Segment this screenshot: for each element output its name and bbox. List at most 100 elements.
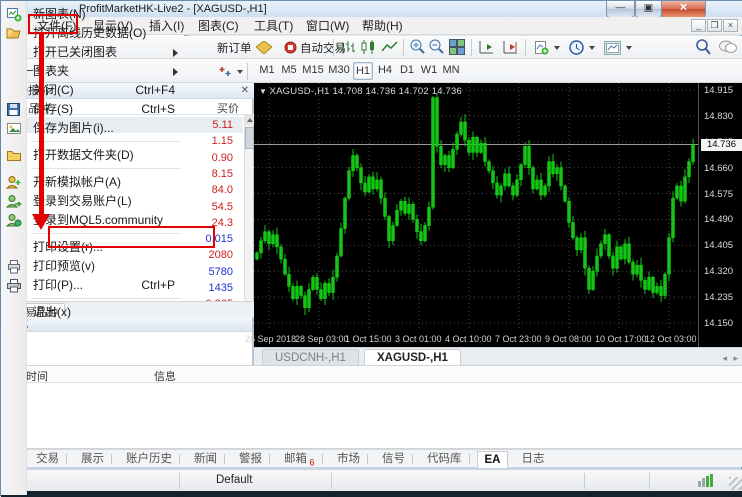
autoscroll-icon[interactable] [478, 40, 495, 55]
chart-dropdown-icon[interactable]: ▼ [259, 87, 270, 96]
menu-item-label: 打印(P)... [33, 276, 83, 295]
terminal-tab-6[interactable]: 市场 [330, 451, 367, 468]
search-icon[interactable] [696, 39, 711, 55]
connection-status-icon [698, 474, 714, 487]
time-tick-label: 3 Oct 01:00 [395, 334, 442, 344]
terminal-tab-1[interactable]: 展示 [74, 451, 111, 468]
terminal-tab-8[interactable]: 代码库 [420, 451, 469, 468]
file-menu-item-11[interactable]: 登录到交易账户(L) [1, 192, 185, 211]
menu-item-4[interactable]: 工具(T) [246, 17, 301, 35]
templates-caret-icon [626, 46, 632, 50]
bid-price: 2080 [209, 247, 233, 263]
indicators-dropdown[interactable] [531, 38, 563, 57]
timeframe-m5-button[interactable]: M5 [279, 62, 299, 80]
terminal-tab-3[interactable]: 新闻 [187, 451, 224, 468]
chart-canvas[interactable]: ▼ XAGUSD-,H1 14.708 14.736 14.702 14.736… [254, 83, 742, 347]
bar-chart-mode-icon[interactable] [340, 40, 355, 54]
file-menu-item-10[interactable]: 开新模拟帐户(A) [1, 173, 185, 192]
restore-button[interactable]: ▣ [635, 1, 662, 18]
annotation-box-login-item [48, 226, 215, 248]
mail-count-badge: 6 [307, 457, 315, 467]
file-menu-item-8[interactable]: 打开数据文件夹(D) [1, 146, 185, 165]
price-axis[interactable]: 14.91514.83014.74514.66014.57514.49014.4… [698, 83, 742, 347]
menu-item-label: 登录到交易账户(L) [33, 192, 132, 211]
market-watch-close-icon[interactable]: ✕ [241, 86, 249, 96]
terminal-tab-2[interactable]: 账户历史 [119, 451, 179, 468]
menu-item-shortcut: Ctrl+S [141, 100, 175, 119]
time-tick-label: 28 Sep 03:00 [295, 334, 349, 344]
tab-scroll-right-icon[interactable]: ▸ [733, 353, 738, 364]
price-tick-label: 14.150 [704, 318, 742, 329]
file-menu-item-18[interactable]: 退出(x) [1, 303, 185, 322]
timeframe-d1-button[interactable]: D1 [397, 62, 417, 80]
chat-icon[interactable] [719, 40, 737, 54]
tab-scroll-left-icon[interactable]: ◂ [722, 353, 727, 364]
menu-item-label: 打开数据文件夹(D) [33, 146, 134, 165]
menu-item-5[interactable]: 窗口(W) [298, 17, 357, 35]
file-menu-item-3[interactable]: 图表夹 [1, 62, 185, 81]
timeframe-h1-button[interactable]: H1 [353, 62, 373, 80]
terminal-tab-4[interactable]: 警报 [232, 451, 269, 468]
current-price-tag: 14.736 [701, 139, 742, 151]
submenu-arrow-icon [173, 49, 178, 57]
mdi-minimize-button[interactable]: _ [691, 19, 706, 32]
terminal-tab-ea[interactable]: EA [477, 451, 509, 468]
terminal-tab-bar: 交易展示账户历史新闻警报邮箱 6 市场信号代码库 EA 日志 [17, 449, 742, 467]
file-menu-item-5[interactable]: 保存(S)Ctrl+S [1, 100, 185, 119]
zoom-in-icon[interactable] [410, 39, 426, 55]
timeframe-m15-button[interactable]: M15 [301, 62, 325, 80]
menu-item-6[interactable]: 帮助(H) [354, 17, 411, 35]
menu-separator [31, 298, 181, 299]
timeframes-dropdown[interactable] [566, 38, 598, 57]
scroll-thumb[interactable] [245, 127, 254, 149]
price-tick-label: 14.575 [704, 189, 742, 200]
bid-price: 5.11 [212, 117, 233, 133]
timeframe-m1-button[interactable]: M1 [257, 62, 277, 80]
bid-price: 5780 [209, 264, 233, 280]
indicators-caret-icon [554, 46, 560, 50]
bid-price: 84.0 [212, 182, 233, 198]
scroll-up-button[interactable] [245, 115, 254, 125]
menu-item-label: 退出(x) [33, 303, 71, 322]
file-menu-item-6[interactable]: 保存为图片(i)... [1, 119, 185, 138]
tile-windows-icon[interactable] [449, 39, 465, 55]
timeframe-w1-button[interactable]: W1 [419, 62, 439, 80]
profile-indicator[interactable]: Default [216, 474, 252, 486]
auto-trading-icon [284, 41, 297, 54]
file-menu-item-4[interactable]: 关闭(C)Ctrl+F4 [1, 81, 185, 100]
printer-icon [6, 278, 22, 293]
timeframe-m30-button[interactable]: M30 [327, 62, 351, 80]
menu-item-3[interactable]: 图表(C) [190, 17, 247, 35]
menu-item-shortcut: Ctrl+P [141, 276, 175, 295]
file-menu-item-15[interactable]: 打印预览(v) [1, 257, 185, 276]
resize-grip[interactable] [729, 477, 742, 490]
time-tick-label: 7 Oct 23:00 [495, 334, 542, 344]
terminal-tab-10[interactable]: 日志 [515, 451, 552, 468]
candlestick-mode-icon[interactable] [361, 40, 376, 54]
chart-tab-usdcnhh1[interactable]: USDCNH-,H1 [262, 349, 359, 366]
mdi-close-button[interactable]: × [723, 19, 738, 32]
templates-dropdown[interactable] [601, 38, 635, 57]
line-chart-mode-icon[interactable] [382, 40, 398, 54]
mdi-restore-button[interactable]: ❐ [707, 19, 722, 32]
chart-tab-xagusdh1[interactable]: XAGUSD-,H1 [364, 349, 461, 366]
mql5-market-icon[interactable] [256, 41, 272, 54]
terminal-tab-5[interactable]: 邮箱 6 [277, 451, 322, 468]
file-menu-item-16[interactable]: 打印(P)... Ctrl+P [1, 276, 185, 295]
save-icon [6, 102, 22, 117]
close-button[interactable]: ✕ [661, 1, 706, 18]
auto-trading-button[interactable]: 自动交易 [281, 38, 349, 57]
terminal-tab-0[interactable]: 交易 [29, 451, 66, 468]
terminal-tab-7[interactable]: 信号 [375, 451, 412, 468]
time-tick-label: 26 Sep 2018 [245, 334, 296, 344]
chart-shift-icon[interactable] [502, 40, 519, 55]
application-window: ProfitMarketHK-Live2 - [XAGUSD-,H1] — ▣ … [0, 0, 742, 496]
zoom-out-icon[interactable] [429, 39, 445, 55]
minimize-button[interactable]: — [606, 1, 635, 18]
new-order-button[interactable]: 新订单 [214, 38, 255, 57]
add-symbol-dropdown[interactable] [215, 62, 246, 81]
timeframe-h4-button[interactable]: H4 [375, 62, 395, 80]
timeframe-mn-button[interactable]: MN [441, 62, 461, 80]
file-menu-item-2[interactable]: 打开已关闭图表 [1, 43, 185, 62]
folder-icon [6, 148, 22, 163]
